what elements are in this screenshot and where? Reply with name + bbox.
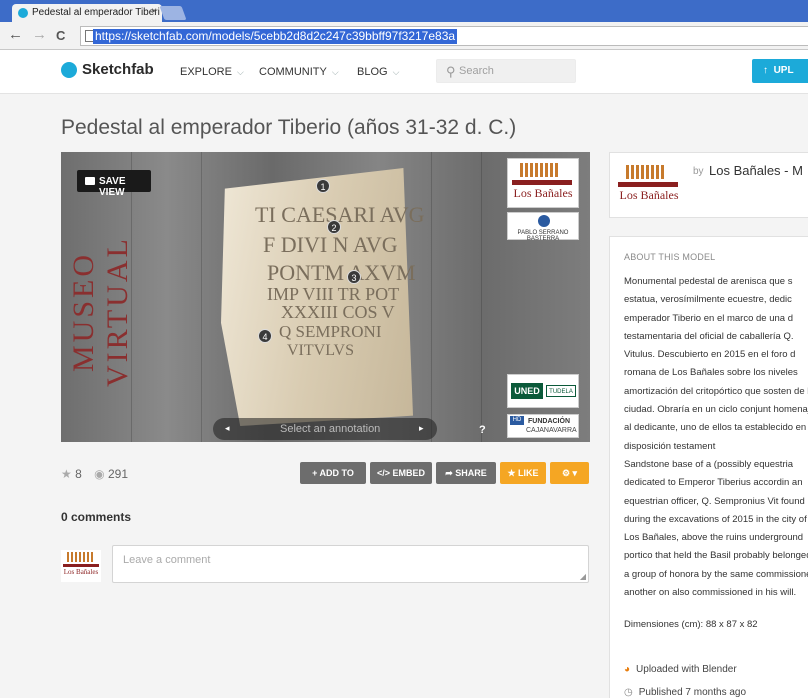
nav-explore[interactable]: EXPLORE ⌵ [180, 66, 244, 78]
inscription-line: XXXIII COS V [281, 302, 395, 322]
nav-blog[interactable]: BLOG ⌵ [357, 66, 399, 78]
like-button[interactable]: ★ LIKE [500, 462, 546, 484]
view-count: 291 [107, 467, 128, 481]
pablo-serrano-logo: PABLO SERRANO BASTERRA [507, 212, 579, 242]
search-placeholder: Search [459, 65, 494, 77]
comment-placeholder: Leave a comment [123, 554, 211, 566]
annotation-marker[interactable]: 4 [258, 329, 272, 343]
url-text[interactable]: https://sketchfab.com/models/5cebb2d8d2c… [93, 29, 458, 44]
description-english: Sandstone base of a (possibly equestria … [624, 458, 808, 599]
chevron-down-icon: ⌵ [392, 67, 400, 77]
fundacion-caja-navarra-logo: HD FUNDACIÓN CAJANAVARRA [507, 414, 579, 438]
clock-icon: ◷ [624, 687, 633, 698]
forward-icon[interactable]: → [32, 26, 47, 43]
annotation-marker[interactable]: 2 [327, 220, 341, 234]
eye-icon: ◉ [94, 467, 105, 481]
sketchfab-logo-icon[interactable] [61, 62, 77, 78]
author-avatar[interactable]: Los Bañales [614, 161, 686, 211]
columns-icon [626, 165, 666, 179]
camera-icon [85, 177, 95, 185]
about-description: Monumental pedestal de arenisca que s es… [624, 273, 808, 602]
browser-toolbar: ← → C https://sketchfab.com/models/5cebb… [0, 22, 808, 50]
sketchfab-favicon-icon [18, 8, 28, 18]
globe-icon [538, 215, 550, 227]
columns-icon [67, 552, 93, 562]
sketchfab-logo-text[interactable]: Sketchfab [82, 61, 154, 78]
published-date: ◷ Published 7 months ago [624, 687, 747, 698]
inscription-line: PONTM AXVM [267, 260, 416, 285]
museo-virtual-watermark: MUSEO VIRTUAL [67, 236, 134, 388]
columns-icon [520, 163, 560, 177]
resize-handle-icon[interactable]: ◢ [580, 572, 586, 581]
annotation-marker[interactable]: 1 [316, 179, 330, 193]
tab-title: Pedestal al emperador Tiberi [32, 7, 160, 18]
model-title: Pedestal al emperador Tiberio (años 31-3… [61, 116, 517, 139]
save-view-button[interactable]: SAVE VIEW [77, 170, 151, 198]
annotation-selector[interactable]: ◂ Select an annotation ▸ [213, 418, 437, 440]
comments-title: 0 comments [61, 510, 132, 524]
inscription-line: Q SEMPRONI [279, 322, 382, 341]
browser-tab[interactable]: Pedestal al emperador Tiberi × [12, 4, 162, 22]
add-to-button[interactable]: + ADD TO [300, 462, 366, 484]
author-card: Los Bañales by Los Bañales - M [609, 152, 808, 218]
browser-tabstrip: Pedestal al emperador Tiberi × [0, 0, 808, 22]
help-icon[interactable]: ? [479, 424, 486, 436]
description-spanish: Monumental pedestal de arenisca que s es… [624, 276, 808, 452]
address-bar[interactable]: https://sketchfab.com/models/5cebb2d8d2c… [80, 26, 808, 46]
inscription-line: F DIVI N AVG [263, 232, 398, 257]
about-card: ABOUT THIS MODEL Monumental pedestal de … [609, 236, 808, 698]
author-name[interactable]: Los Bañales - M [709, 163, 803, 178]
inscription-line: VITVLVS [287, 342, 354, 359]
model-viewer[interactable]: MUSEO VIRTUAL SAVE VIEW TI CAESARI AVG F… [61, 152, 590, 442]
model-stats: ★ 8 ◉ 291 [61, 467, 128, 481]
like-count: 8 [75, 467, 82, 481]
chevron-down-icon: ⌵ [331, 67, 339, 77]
uploaded-with: ◕ Uploaded with Blender [624, 664, 737, 675]
new-tab-button[interactable] [159, 6, 187, 20]
annotation-placeholder: Select an annotation [280, 423, 381, 435]
next-annotation-icon[interactable]: ▸ [419, 423, 424, 434]
comment-input[interactable]: Leave a comment ◢ [112, 545, 589, 583]
by-label: by [693, 166, 704, 177]
share-button[interactable]: ➦ SHARE [436, 462, 496, 484]
nav-community[interactable]: COMMUNITY ⌵ [259, 66, 339, 78]
embed-button[interactable]: </> EMBED [370, 462, 432, 484]
close-tab-icon[interactable]: × [151, 6, 157, 17]
uned-tudela-logo: UNED TUDELA [507, 374, 579, 408]
avatar: Los Bañales [61, 550, 101, 582]
star-icon: ★ [61, 467, 72, 481]
upload-button[interactable]: ↑ UPL [752, 59, 808, 83]
prev-annotation-icon[interactable]: ◂ [225, 423, 230, 434]
los-banales-logo: Los Bañales [507, 158, 579, 208]
blender-icon: ◕ [624, 664, 631, 675]
dimensions: Dimensiones (cm): 88 x 87 x 82 [624, 619, 758, 630]
site-header: Sketchfab EXPLORE ⌵ COMMUNITY ⌵ BLOG ⌵ ⚲ Se… [0, 50, 808, 94]
reload-icon[interactable]: C [56, 28, 65, 43]
about-title: ABOUT THIS MODEL [624, 252, 716, 262]
chevron-down-icon: ⌵ [236, 67, 244, 77]
back-icon[interactable]: ← [8, 26, 23, 43]
annotation-marker[interactable]: 3 [347, 270, 361, 284]
upload-icon: ↑ [763, 65, 768, 76]
search-input[interactable]: ⚲ Search [436, 59, 576, 83]
search-icon: ⚲ [446, 64, 456, 79]
hd-badge[interactable]: HD [510, 416, 524, 425]
logo-strip [512, 180, 572, 185]
more-options-button[interactable]: ⚙ ▾ [550, 462, 589, 484]
